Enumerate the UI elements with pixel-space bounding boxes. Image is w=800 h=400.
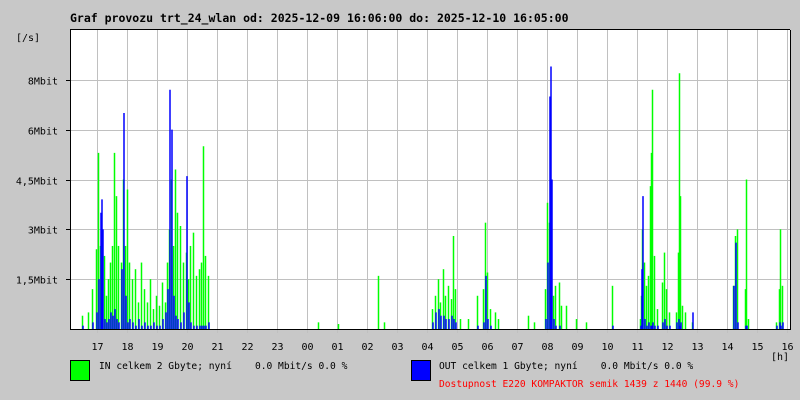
legend-in-swatch xyxy=(70,360,90,381)
x-tick-label: 13 xyxy=(691,342,703,353)
y-tick-label: 4,5Mbit xyxy=(16,177,58,188)
x-tick-label: 21 xyxy=(211,342,223,353)
y-axis-unit: [/s] xyxy=(16,33,40,44)
chart-title: Graf provozu trt_24_wlan od: 2025-12-09 … xyxy=(70,11,569,26)
x-tick-label: 06 xyxy=(481,342,493,353)
x-tick-label: 01 xyxy=(331,342,343,353)
legend-out-swatch xyxy=(411,360,431,381)
x-tick-label: 08 xyxy=(541,342,553,353)
x-tick-label: 14 xyxy=(721,342,733,353)
x-axis-unit: [h] xyxy=(771,352,789,363)
x-tick-label: 09 xyxy=(571,342,583,353)
x-tick-label: 02 xyxy=(361,342,373,353)
x-tick-label: 17 xyxy=(91,342,103,353)
x-tick-label: 22 xyxy=(241,342,253,353)
x-tick-label: 11 xyxy=(631,342,643,353)
x-tick-label: 10 xyxy=(601,342,613,353)
y-tick-label: 6Mbit xyxy=(28,127,58,138)
availability-text: Dostupnost E220 KOMPAKTOR semik 1439 z 1… xyxy=(439,379,740,390)
y-tick-label: 8Mbit xyxy=(28,77,58,88)
x-tick-label: 18 xyxy=(121,342,133,353)
x-ticks: 17 18 19 20 21 22 23 00 01 02 03 04 05 06 07 08 09 10 11 12… xyxy=(91,342,793,353)
x-tick-label: 07 xyxy=(511,342,523,353)
x-tick-label: 04 xyxy=(421,342,433,353)
legend-in-text: IN celkem 2 Gbyte; nyní 0.0 Mbit/s 0.0 % xyxy=(99,361,348,372)
legend-out-text: OUT celkem 1 Gbyte; nyní 0.0 Mbit/s 0.0 … xyxy=(439,361,694,372)
y-ticks: 1,5Mbit 3Mbit 4,5Mbit 6Mbit 8Mbit xyxy=(16,77,70,287)
x-tick-label: 03 xyxy=(391,342,403,353)
x-tick-label: 12 xyxy=(661,342,673,353)
x-tick-label: 15 xyxy=(751,342,763,353)
traffic-chart: Graf provozu trt_24_wlan od: 2025-12-09 … xyxy=(16,11,794,363)
x-tick-label: 05 xyxy=(451,342,463,353)
x-tick-label: 00 xyxy=(301,342,313,353)
y-tick-label: 1,5Mbit xyxy=(16,276,58,287)
y-tick-label: 3Mbit xyxy=(28,226,58,237)
x-tick-label: 23 xyxy=(271,342,283,353)
x-tick-label: 19 xyxy=(151,342,163,353)
x-tick-label: 20 xyxy=(181,342,193,353)
